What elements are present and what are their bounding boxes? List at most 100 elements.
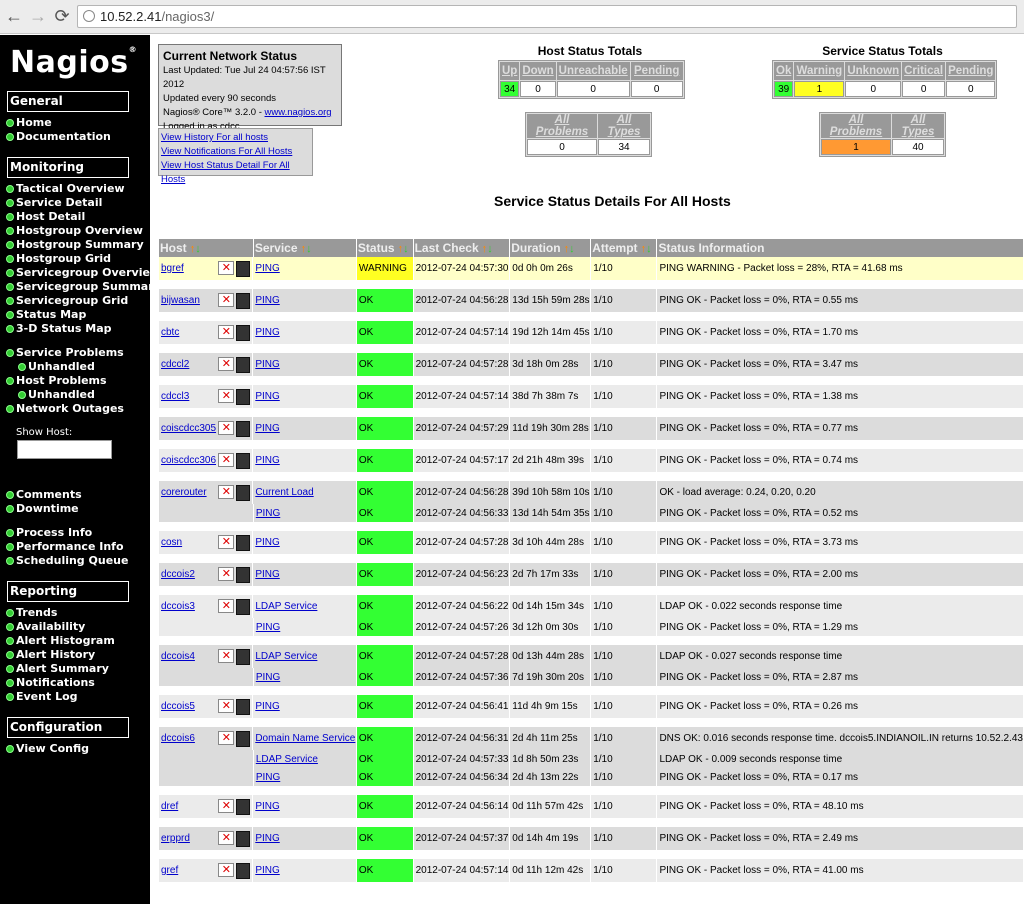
sidebar-item-unhandled[interactable]: Unhandled (18, 388, 95, 402)
service-link[interactable]: LDAP Service (256, 754, 318, 765)
sidebar-item-host-problems[interactable]: Host Problems (6, 374, 107, 388)
host-link[interactable]: dref (161, 801, 178, 812)
sidebar-item-hostgroup-summary[interactable]: Hostgroup Summary (6, 238, 144, 252)
sort-ascending-icon[interactable]: ↑ (187, 243, 196, 255)
sort-ascending-icon[interactable]: ↑ (638, 243, 647, 255)
host-link[interactable]: bgref (161, 263, 184, 274)
sidebar-item-3-d-status-map[interactable]: 3-D Status Map (6, 322, 112, 336)
sidebar-item-servicegroup-summary[interactable]: Servicegroup Summary (6, 280, 161, 294)
host-link[interactable]: bijwasan (161, 295, 200, 306)
service-link[interactable]: PING (255, 801, 279, 812)
sidebar-item-process-info[interactable]: Process Info (6, 526, 92, 540)
service-link[interactable]: LDAP Service (255, 601, 317, 612)
sidebar-item-network-outages[interactable]: Network Outages (6, 402, 124, 416)
host-link[interactable]: dccois5 (161, 701, 195, 712)
host-link[interactable]: coiscdcc305 (161, 423, 216, 434)
service-link[interactable]: Domain Name Service (255, 733, 355, 744)
service-link[interactable]: PING (255, 865, 279, 876)
service-warning-header[interactable]: Warning (794, 62, 845, 80)
nagios-org-link[interactable]: www.nagios.org (265, 107, 332, 118)
sidebar-item-alert-histogram[interactable]: Alert Histogram (6, 634, 115, 648)
service-link[interactable]: PING (255, 537, 279, 548)
notifications-disabled-icon[interactable]: ✕ (218, 324, 235, 339)
nagios-logo[interactable]: Nagios® (10, 45, 137, 80)
sidebar-item-service-detail[interactable]: Service Detail (6, 196, 102, 210)
sort-descending-icon[interactable]: ↓ (646, 243, 652, 255)
notifications-disabled-icon[interactable]: ✕ (218, 698, 235, 713)
service-ok-header[interactable]: Ok (774, 62, 794, 80)
sidebar-item-performance-info[interactable]: Performance Info (6, 540, 124, 554)
host-link[interactable]: dccois2 (161, 569, 195, 580)
sidebar-item-servicegroup-overview[interactable]: Servicegroup Overview (6, 266, 160, 280)
address-bar[interactable]: 10.52.2.41/nagios3/ (77, 5, 1017, 28)
column-header-service[interactable]: Service ↑↓ (253, 239, 357, 257)
service-all-types-header[interactable]: All Types (892, 114, 944, 138)
column-header-attempt[interactable]: Attempt ↑↓ (590, 239, 658, 257)
column-header-status[interactable]: Status ↑↓ (356, 239, 414, 257)
service-link[interactable]: PING (256, 772, 280, 783)
service-link[interactable]: PING (255, 327, 279, 338)
service-link[interactable]: Current Load (255, 487, 313, 498)
sidebar-item-downtime[interactable]: Downtime (6, 502, 79, 516)
host-link[interactable]: corerouter (161, 487, 207, 498)
notifications-disabled-icon[interactable]: ✕ (218, 388, 235, 403)
forward-icon[interactable]: → (28, 5, 48, 27)
host-detail-link[interactable]: View Host Status Detail For All Hosts (161, 159, 310, 187)
notifications-disabled-icon[interactable]: ✕ (218, 598, 235, 613)
host-link[interactable]: coiscdcc306 (161, 455, 216, 466)
sidebar-item-status-map[interactable]: Status Map (6, 308, 86, 322)
service-link[interactable]: LDAP Service (255, 651, 317, 662)
sidebar-item-unhandled[interactable]: Unhandled (18, 360, 95, 374)
host-link[interactable]: erpprd (161, 833, 190, 844)
notifications-disabled-icon[interactable]: ✕ (218, 484, 235, 499)
sidebar-item-comments[interactable]: Comments (6, 488, 82, 502)
notifications-disabled-icon[interactable]: ✕ (218, 648, 235, 663)
service-link[interactable]: PING (255, 391, 279, 402)
notifications-disabled-icon[interactable]: ✕ (218, 452, 235, 467)
sort-descending-icon[interactable]: ↓ (306, 243, 312, 255)
notifications-disabled-icon[interactable]: ✕ (218, 534, 235, 549)
sidebar-item-hostgroup-grid[interactable]: Hostgroup Grid (6, 252, 111, 266)
service-unknown-header[interactable]: Unknown (845, 62, 902, 80)
reload-icon[interactable]: ⟳ (52, 5, 72, 27)
notifications-disabled-icon[interactable]: ✕ (218, 292, 235, 307)
service-link[interactable]: PING (256, 508, 280, 519)
history-link[interactable]: View History For all hosts (161, 131, 310, 145)
notifications-disabled-icon[interactable]: ✕ (218, 862, 235, 877)
notifications-disabled-icon[interactable]: ✕ (218, 830, 235, 845)
host-all-types-header[interactable]: All Types (598, 114, 650, 138)
host-link[interactable]: dccois3 (161, 601, 195, 612)
host-unreachable-header[interactable]: Unreachable (556, 62, 630, 80)
sidebar-item-scheduling-queue[interactable]: Scheduling Queue (6, 554, 128, 568)
sidebar-item-servicegroup-grid[interactable]: Servicegroup Grid (6, 294, 128, 308)
sort-descending-icon[interactable]: ↓ (487, 243, 493, 255)
service-all-problems-header[interactable]: All Problems (821, 114, 891, 138)
sort-ascending-icon[interactable]: ↑ (561, 243, 570, 255)
service-link[interactable]: PING (256, 622, 280, 633)
service-link[interactable]: PING (255, 455, 279, 466)
sidebar-item-alert-summary[interactable]: Alert Summary (6, 662, 109, 676)
notifications-disabled-icon[interactable]: ✕ (218, 356, 235, 371)
sidebar-item-view-config[interactable]: View Config (6, 742, 89, 756)
service-link[interactable]: PING (255, 569, 279, 580)
host-link[interactable]: cbtc (161, 327, 179, 338)
host-all-problems-header[interactable]: All Problems (527, 114, 597, 138)
notifications-disabled-icon[interactable]: ✕ (218, 260, 235, 275)
sidebar-item-trends[interactable]: Trends (6, 606, 57, 620)
sidebar-item-tactical-overview[interactable]: Tactical Overview (6, 182, 125, 196)
notifications-disabled-icon[interactable]: ✕ (218, 798, 235, 813)
host-link[interactable]: dccois6 (161, 733, 195, 744)
host-down-header[interactable]: Down (520, 62, 556, 80)
host-pending-header[interactable]: Pending (630, 62, 683, 80)
service-link[interactable]: PING (255, 701, 279, 712)
sort-ascending-icon[interactable]: ↑ (395, 243, 404, 255)
service-link[interactable]: PING (255, 359, 279, 370)
host-link[interactable]: cdccl3 (161, 391, 189, 402)
sidebar-item-home[interactable]: Home (6, 116, 52, 130)
column-header-host[interactable]: Host ↑↓ (159, 239, 254, 257)
host-link[interactable]: cosn (161, 537, 182, 548)
service-critical-header[interactable]: Critical (902, 62, 946, 80)
column-header-duration[interactable]: Duration ↑↓ (509, 239, 592, 257)
sidebar-item-service-problems[interactable]: Service Problems (6, 346, 124, 360)
notifications-disabled-icon[interactable]: ✕ (218, 566, 235, 581)
